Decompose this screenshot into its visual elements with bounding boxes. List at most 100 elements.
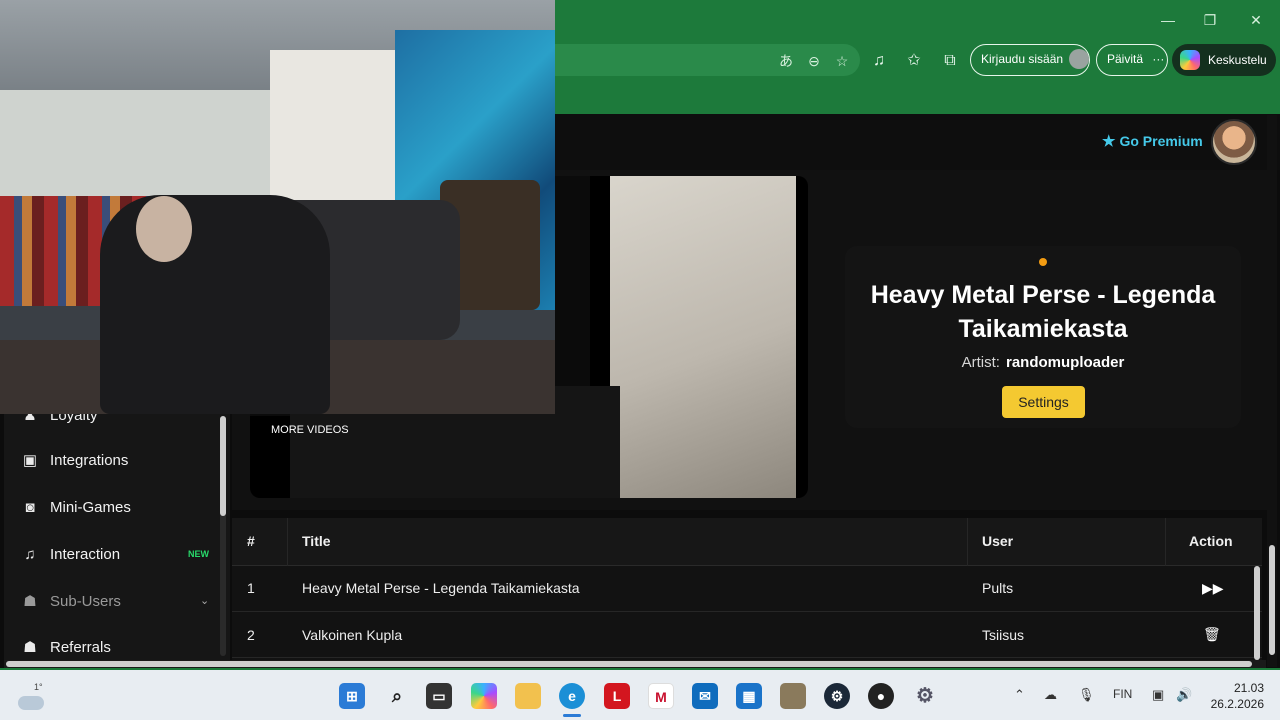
media-control-icon[interactable]: ♫ (868, 50, 890, 72)
update-button[interactable]: Päivitä ··· (1096, 44, 1168, 76)
volume-icon[interactable]: 🔊 (1176, 687, 1192, 703)
close-icon[interactable]: ✕ (1246, 10, 1266, 30)
scrollbar-thumb[interactable] (220, 416, 226, 516)
artist-line: Artist: randomuploader (860, 354, 1226, 371)
artist-label: Artist: (961, 354, 1000, 371)
profile-avatar-icon (1069, 48, 1090, 69)
sidebar-item-label: Referrals (50, 639, 111, 656)
artist-name: randomuploader (1005, 354, 1125, 371)
sidebar-item-label: Sub-Users (50, 593, 121, 610)
row-user: Pults (982, 580, 1014, 596)
header-number: # (247, 533, 255, 549)
users-icon: ☗ (23, 639, 37, 656)
obs-icon[interactable]: ● (868, 683, 894, 709)
webcam-person (100, 195, 330, 414)
task-view-icon[interactable]: ▭ (426, 683, 452, 709)
sidebar-item-label: Integrations (50, 452, 129, 469)
webcam-head (136, 196, 192, 262)
row-number: 1 (247, 580, 255, 596)
chat-icon: ▣ (22, 452, 38, 469)
users-icon: ☗ (23, 593, 37, 610)
sidebar-item-mini-games[interactable]: ◙ Mini-Games (20, 494, 131, 522)
date: 26.2.2026 (1210, 697, 1264, 711)
settings-button[interactable]: Settings (1002, 386, 1085, 418)
new-badge: NEW (188, 549, 209, 559)
page-scrollbar[interactable] (1267, 115, 1277, 667)
collections-icon[interactable]: ⧉ (939, 50, 961, 72)
network-icon[interactable]: ☁ (1044, 687, 1057, 703)
steam-icon[interactable]: ⚙ (824, 683, 850, 709)
weather-temp: 1° (34, 682, 43, 692)
mcafee-icon[interactable]: M (648, 683, 674, 709)
sidebar-item-integrations[interactable]: ▣ Integrations (20, 447, 128, 475)
settings-gear-icon[interactable]: ⚙ (912, 683, 938, 709)
display-icon[interactable]: ▣ (1152, 687, 1164, 703)
tray-chevron-icon[interactable]: ⌃ (1014, 687, 1025, 703)
copilot-taskbar-icon[interactable] (471, 683, 497, 709)
header-user: User (982, 533, 1014, 549)
weather-widget[interactable]: 1° (18, 682, 44, 710)
signin-button[interactable]: Kirjaudu sisään (970, 44, 1090, 76)
sidebar-item-referrals[interactable]: ☗ Referrals (20, 634, 111, 662)
table-header (232, 518, 1262, 566)
scrollbar-thumb[interactable] (1254, 566, 1260, 660)
video-frame-wall (610, 176, 796, 498)
more-icon: ··· (1152, 52, 1165, 66)
update-label: Päivitä (1107, 52, 1144, 66)
copilot-icon (1180, 50, 1200, 70)
active-app-indicator (563, 714, 581, 717)
gamepad-icon: ◙ (25, 499, 35, 516)
star-icon: ★ (1102, 133, 1116, 150)
sidebar-item-interaction[interactable]: ♫ Interaction (20, 541, 120, 569)
translate-icon[interactable]: あ (777, 52, 795, 70)
row-user: Tsiisus (982, 627, 1025, 643)
favorites-icon[interactable]: ✩ (903, 50, 925, 72)
outlook-icon[interactable]: ✉ (692, 683, 718, 709)
store-icon[interactable]: ▦ (736, 683, 762, 709)
microphone-icon[interactable]: 🎙 (1078, 687, 1095, 703)
zoom-out-icon[interactable]: ⊖ (805, 52, 823, 70)
song-title: Heavy Metal Perse - Legenda Taikamiekast… (870, 281, 1216, 343)
sidebar-scrollbar[interactable] (220, 416, 226, 656)
scrollbar-thumb[interactable] (6, 661, 1252, 667)
user-avatar[interactable] (1211, 119, 1257, 165)
header-action: Action (1189, 533, 1233, 549)
row-number: 2 (247, 627, 255, 643)
column-divider (1165, 518, 1166, 566)
copilot-label: Keskustelu (1208, 53, 1267, 67)
more-videos-link[interactable]: MORE VIDEOS (271, 424, 349, 436)
search-icon[interactable]: ⌕ (384, 683, 410, 709)
sidebar-item-label: Mini-Games (50, 499, 131, 516)
favorite-star-icon[interactable]: ☆ (833, 52, 851, 70)
l-app-icon[interactable]: L (604, 683, 630, 709)
go-premium-label: Go Premium (1119, 133, 1203, 149)
language-indicator[interactable]: FIN (1113, 687, 1132, 701)
windows-start-icon[interactable]: ⊞ (339, 683, 365, 709)
minimize-icon[interactable]: — (1158, 10, 1178, 30)
app-icon[interactable] (780, 683, 806, 709)
row-title: Valkoinen Kupla (302, 627, 403, 643)
chevron-down-icon[interactable]: ⌄ (200, 594, 209, 607)
row-title: Heavy Metal Perse - Legenda Taikamiekast… (302, 580, 580, 596)
sidebar-item-label: Interaction (50, 546, 121, 563)
table-scrollbar[interactable] (1254, 566, 1260, 660)
column-divider (287, 518, 288, 566)
file-explorer-icon[interactable] (515, 683, 541, 709)
restore-icon[interactable]: ❐ (1200, 10, 1220, 30)
column-divider (967, 518, 968, 566)
edge-icon[interactable]: e (559, 683, 585, 709)
music-icon: ♫ (24, 546, 36, 563)
header-title: Title (302, 533, 331, 549)
scrollbar-thumb[interactable] (1269, 545, 1275, 655)
cloud-icon (18, 696, 44, 710)
skip-icon[interactable]: ▶▶ (1202, 580, 1224, 597)
webcam-overlay (0, 0, 555, 414)
go-premium-link[interactable]: ★ Go Premium (1102, 132, 1203, 150)
live-dot (1039, 258, 1047, 266)
signin-label: Kirjaudu sisään (981, 52, 1064, 66)
clock[interactable]: 21.03 26.2.2026 (1208, 680, 1264, 712)
horizontal-scrollbar[interactable] (4, 660, 1266, 668)
sidebar-item-sub-users[interactable]: ☗ Sub-Users (20, 588, 121, 616)
trash-icon[interactable]: 🗑 (1203, 626, 1221, 643)
time: 21.03 (1233, 681, 1264, 695)
